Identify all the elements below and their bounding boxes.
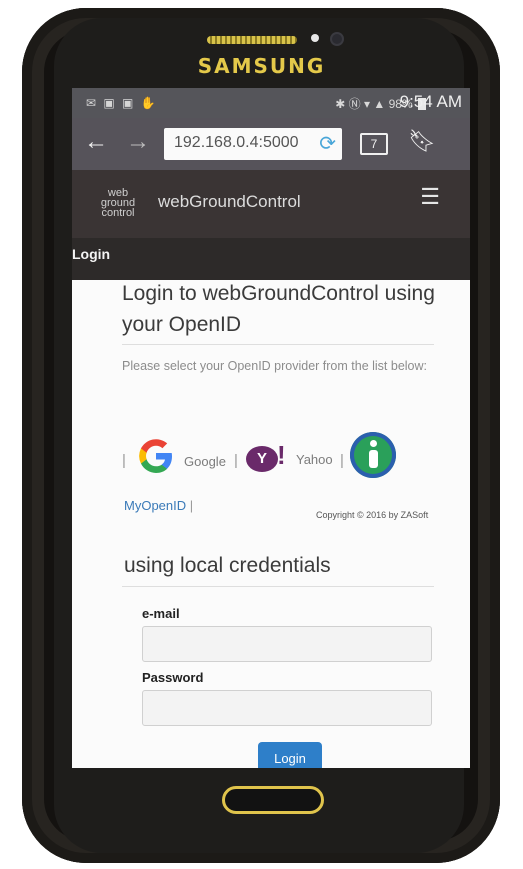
email-field[interactable] [142, 626, 432, 662]
page-content: Login to webGroundControl using your Ope… [72, 280, 470, 768]
divider [122, 586, 434, 587]
local-credentials-heading: using local credentials [124, 554, 331, 577]
browser-toolbar: ← → 192.168.0.4:5000 ⟳ 7 🔖︎ [72, 118, 470, 170]
yahoo-icon[interactable]: Y [246, 446, 278, 472]
tab-count: 7 [370, 137, 378, 151]
sub-navigation: Login [72, 238, 470, 280]
brand-logo: SAMSUNG [197, 54, 326, 78]
address-bar-url: 192.168.0.4:5000 [174, 134, 299, 151]
nav-login-link[interactable]: Login [72, 246, 110, 262]
openid-heading: Login to webGroundControl using your Ope… [122, 282, 435, 336]
earpiece-speaker [207, 36, 297, 44]
password-label: Password [142, 670, 204, 685]
copyright-text: Copyright © 2016 by ZASoft [316, 510, 429, 520]
bookmark-icon[interactable]: 🔖︎ [408, 128, 436, 154]
back-arrow-icon[interactable]: ← [84, 130, 108, 154]
password-field[interactable] [142, 690, 432, 726]
phone-screen: ✉ ▣ ▣ ✋ ✱ Ⓝ ▾ ▲ 98% 9:54 AM ← → 192.168.… [72, 88, 470, 768]
reload-icon[interactable]: ⟳ [317, 131, 336, 156]
openid-description: Please select your OpenID provider from … [122, 359, 427, 373]
login-button[interactable]: Login [258, 742, 322, 768]
front-camera [332, 34, 342, 44]
hamburger-menu-icon[interactable]: ☰ [420, 184, 440, 210]
bluetooth-icon: ✱ [335, 97, 346, 111]
openid-providers: | Google | Y ! Yahoo | [122, 426, 452, 496]
status-time: 9:54 AM [399, 92, 462, 111]
forward-arrow-icon[interactable]: → [126, 130, 150, 154]
divider [122, 344, 434, 345]
notification-icons: ✉ ▣ ▣ ✋ [86, 96, 158, 110]
myopenid-icon[interactable] [350, 432, 396, 478]
nfc-icon: Ⓝ [348, 97, 361, 111]
signal-icon: ▲ [373, 97, 386, 111]
tabs-button[interactable]: 7 [360, 133, 388, 155]
google-icon[interactable] [136, 436, 176, 476]
site-header: web ground control webGroundControl ☰ [72, 170, 470, 238]
address-bar[interactable]: 192.168.0.4:5000 ⟳ [164, 128, 342, 160]
site-title[interactable]: webGroundControl [158, 192, 301, 212]
status-bar: ✉ ▣ ▣ ✋ ✱ Ⓝ ▾ ▲ 98% 9:54 AM [72, 88, 470, 118]
home-button[interactable] [222, 786, 324, 814]
yahoo-provider-link[interactable]: Yahoo [296, 452, 333, 467]
yahoo-exclaim-icon: ! [277, 440, 286, 470]
google-provider-link[interactable]: Google [184, 454, 226, 469]
proximity-sensor [311, 34, 319, 42]
wifi-icon: ▾ [364, 97, 371, 111]
email-label: e-mail [142, 606, 180, 621]
site-logo[interactable]: web ground control [94, 188, 142, 219]
myopenid-provider-link[interactable]: MyOpenID | [124, 498, 193, 513]
